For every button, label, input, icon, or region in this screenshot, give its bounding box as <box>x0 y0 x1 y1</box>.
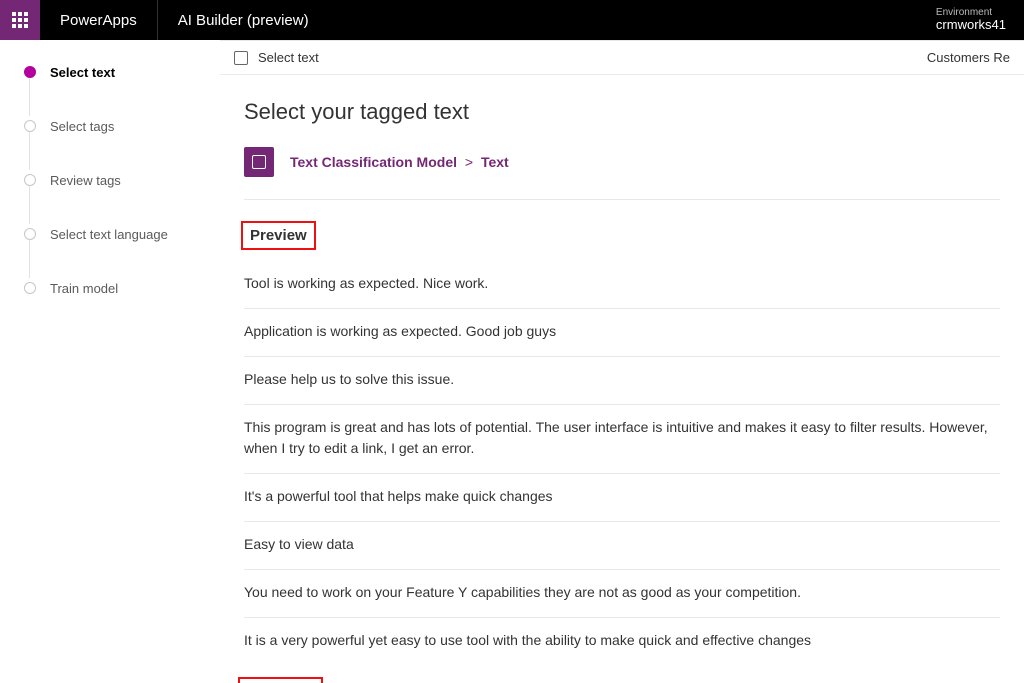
step-dot-icon <box>24 120 36 132</box>
preview-row: Application is working as expected. Good… <box>244 309 1000 357</box>
step-select-language[interactable]: Select text language <box>24 224 210 244</box>
step-dot-icon <box>24 282 36 294</box>
brand-label[interactable]: PowerApps <box>40 0 157 40</box>
entity-indicator[interactable]: Select text <box>234 50 319 65</box>
preview-row: Easy to view data <box>244 522 1000 570</box>
entity-source-label: Customers Re <box>927 50 1010 65</box>
section-label: AI Builder (preview) <box>158 0 329 40</box>
entity-icon <box>234 51 248 65</box>
step-dot-icon <box>24 228 36 240</box>
step-select-tags[interactable]: Select tags <box>24 116 210 136</box>
main-panel: Select text Customers Re Select your tag… <box>220 40 1024 683</box>
chevron-right-icon: > <box>461 154 477 170</box>
command-bar: Select text Customers Re <box>220 41 1024 75</box>
step-label: Select text language <box>50 227 168 242</box>
step-review-tags[interactable]: Review tags <box>24 170 210 190</box>
preview-heading: Preview <box>244 224 313 247</box>
step-dot-icon <box>24 174 36 186</box>
waffle-icon <box>12 12 28 28</box>
step-train-model[interactable]: Train model <box>24 278 210 298</box>
step-dot-icon <box>24 66 36 78</box>
app-launcher-button[interactable] <box>0 0 40 40</box>
top-bar: PowerApps AI Builder (preview) Environme… <box>0 0 1024 40</box>
environment-picker[interactable]: Environment crmworks41 <box>918 0 1024 40</box>
field-badge <box>244 147 274 177</box>
crumb-model: Text Classification Model <box>290 154 457 170</box>
step-label: Train model <box>50 281 118 296</box>
page-title: Select your tagged text <box>244 99 1000 125</box>
step-label: Select text <box>50 65 115 80</box>
field-breadcrumb[interactable]: Text Classification Model > Text <box>244 147 1000 200</box>
entity-label: Select text <box>258 50 319 65</box>
preview-row: It is a very powerful yet easy to use to… <box>244 618 1000 665</box>
wizard-steps: Select text Select tags Review tags Sele… <box>0 40 220 683</box>
preview-row: Please help us to solve this issue. <box>244 357 1000 405</box>
step-label: Review tags <box>50 173 121 188</box>
step-select-text[interactable]: Select text <box>24 62 210 82</box>
preview-row: This program is great and has lots of po… <box>244 405 1000 474</box>
preview-row: Tool is working as expected. Nice work. <box>244 261 1000 309</box>
step-label: Select tags <box>50 119 114 134</box>
entity-icon <box>252 155 266 169</box>
environment-value: crmworks41 <box>936 18 1006 32</box>
preview-row: You need to work on your Feature Y capab… <box>244 570 1000 618</box>
breadcrumb-text: Text Classification Model > Text <box>290 154 509 170</box>
crumb-field: Text <box>481 154 509 170</box>
content-area: Select your tagged text Text Classificat… <box>220 75 1024 683</box>
preview-row: It's a powerful tool that helps make qui… <box>244 474 1000 522</box>
